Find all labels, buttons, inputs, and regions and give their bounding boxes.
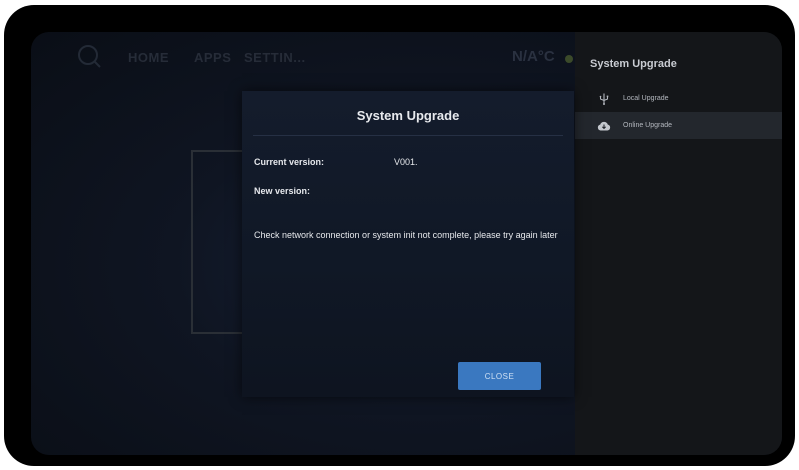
search-icon[interactable] xyxy=(75,42,105,72)
nav-settings[interactable]: SETTIN... xyxy=(244,50,306,65)
panel-title: System Upgrade xyxy=(590,58,677,70)
nav-apps[interactable]: APPS xyxy=(194,50,231,65)
system-upgrade-dialog: System Upgrade Current version: V001. New… xyxy=(242,91,574,397)
tv-bezel: HOME APPS SETTIN... N/A°C System Upgrade xyxy=(4,5,795,466)
settings-side-panel: System Upgrade Local Upgrade Online Upgr… xyxy=(575,32,782,455)
current-version-row: Current version: V001. xyxy=(254,157,418,167)
usb-icon xyxy=(597,92,611,106)
temperature-readout: N/A°C xyxy=(512,48,555,65)
close-button[interactable]: CLOSE xyxy=(458,362,541,390)
dialog-title: System Upgrade xyxy=(356,108,460,123)
panel-item-online-upgrade[interactable]: Online Upgrade xyxy=(575,112,782,139)
new-version-row: New version: xyxy=(254,186,394,196)
tv-screen: HOME APPS SETTIN... N/A°C System Upgrade xyxy=(31,32,782,455)
nav-home[interactable]: HOME xyxy=(128,50,169,65)
status-message: Check network connection or system init … xyxy=(254,230,558,240)
current-version-value: V001. xyxy=(394,157,418,167)
dialog-divider xyxy=(253,135,563,136)
panel-item-local-upgrade[interactable]: Local Upgrade xyxy=(575,85,782,112)
cloud-download-icon xyxy=(597,119,611,133)
panel-item-label: Local Upgrade xyxy=(623,95,669,102)
status-indicator-dot xyxy=(565,55,573,63)
panel-item-label: Online Upgrade xyxy=(623,122,673,129)
current-version-label: Current version: xyxy=(254,157,325,167)
new-version-label: New version: xyxy=(254,186,311,196)
